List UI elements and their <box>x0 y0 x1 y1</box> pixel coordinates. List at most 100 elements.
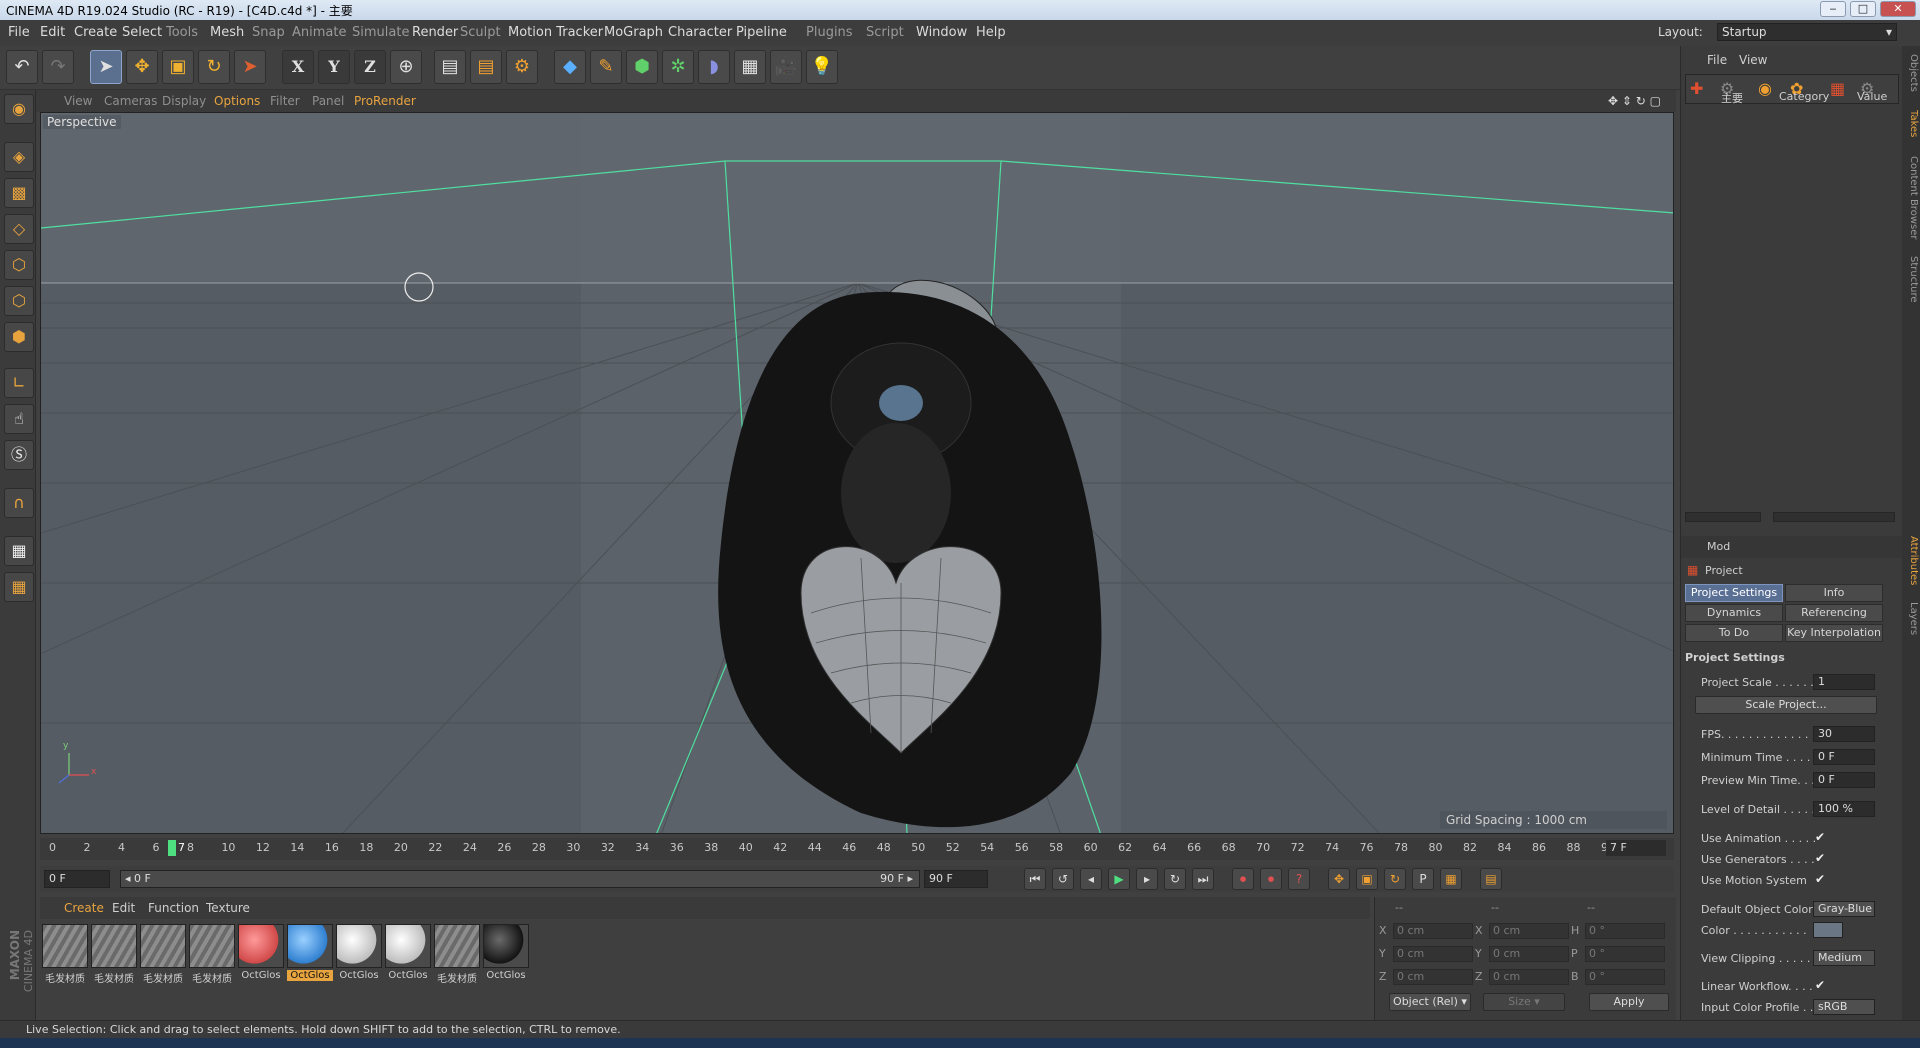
coord-field[interactable]: 0 ° <box>1585 969 1665 985</box>
layout-select[interactable]: Startup ▾ <box>1717 23 1897 41</box>
start-frame-field[interactable]: 0 F <box>44 870 110 888</box>
side-tab-structure[interactable]: Structure <box>1903 256 1919 303</box>
material-item[interactable]: 毛发材质 <box>434 924 480 986</box>
tab-project-settings[interactable]: Project Settings <box>1685 584 1783 602</box>
x-axis-lock-icon[interactable]: X <box>282 50 314 84</box>
snap-icon[interactable]: Ⓢ <box>4 440 34 470</box>
coord-field[interactable]: 0 cm <box>1489 923 1569 939</box>
attributes-mode-menu[interactable]: Mod <box>1707 540 1730 553</box>
viewport-menu-view[interactable]: View <box>64 94 92 108</box>
light-icon[interactable]: 💡 <box>806 50 838 84</box>
linear-workflow-checkbox[interactable]: ✔ <box>1815 978 1825 992</box>
side-tab-takes[interactable]: Takes <box>1903 110 1919 137</box>
material-menu-texture[interactable]: Texture <box>206 901 250 915</box>
default-color-select[interactable]: Gray-Blue <box>1813 901 1875 917</box>
viewport-menu-display[interactable]: Display <box>162 94 206 108</box>
tab-dynamics[interactable]: Dynamics <box>1685 604 1783 622</box>
material-menu-create[interactable]: Create <box>64 901 104 915</box>
coord-field[interactable]: 0 cm <box>1393 946 1473 962</box>
material-item[interactable]: 毛发材质 <box>42 924 88 986</box>
material-item[interactable]: OctGlos <box>336 924 382 986</box>
points-mode-icon[interactable]: ⬡ <box>4 250 34 280</box>
min-time-field[interactable]: 0 F <box>1813 749 1875 765</box>
take-render-icon[interactable]: ▦ <box>1830 79 1845 98</box>
menu-snap[interactable]: Snap <box>252 25 285 40</box>
scale-icon[interactable]: ▣ <box>162 50 194 84</box>
use-generators-checkbox[interactable]: ✔ <box>1815 851 1825 865</box>
menu-file[interactable]: File <box>8 25 30 40</box>
take-override-icon[interactable]: ◉ <box>1758 79 1772 98</box>
viewport-menu-prorender[interactable]: ProRender <box>354 94 416 108</box>
model-mode-icon[interactable]: ◈ <box>4 142 34 172</box>
end-frame-field[interactable]: 90 F <box>924 870 988 888</box>
minimize-button[interactable]: ‒ <box>1820 1 1846 17</box>
coord-field[interactable]: 0 cm <box>1489 946 1569 962</box>
menu-tools[interactable]: Tools <box>166 25 198 40</box>
key-parameter-icon[interactable]: P <box>1412 868 1434 890</box>
next-key-icon[interactable]: ↻ <box>1164 868 1186 890</box>
menu-mograph[interactable]: MoGraph <box>604 25 663 40</box>
viewport-menu-filter[interactable]: Filter <box>270 94 300 108</box>
material-item[interactable]: 毛发材质 <box>140 924 186 986</box>
menu-help[interactable]: Help <box>976 25 1006 40</box>
key-pla-icon[interactable]: ▦ <box>1440 868 1462 890</box>
viewport-navigate-icons[interactable]: ✥ ⇕ ↻ ▢ <box>1608 94 1661 108</box>
z-axis-lock-icon[interactable]: Z <box>354 50 386 84</box>
viewport-menu-options[interactable]: Options <box>214 94 260 108</box>
key-position-icon[interactable]: ✥ <box>1328 868 1350 890</box>
menu-window[interactable]: Window <box>916 25 967 40</box>
timeline-window-icon[interactable]: ▤ <box>1480 868 1502 890</box>
coord-mode-select[interactable]: Object (Rel) ▾ <box>1389 993 1471 1011</box>
menu-simulate[interactable]: Simulate <box>352 25 409 40</box>
viewport-menu-panel[interactable]: Panel <box>312 94 344 108</box>
side-tab-attributes[interactable]: Attributes <box>1903 536 1919 585</box>
coord-field[interactable]: 0 cm <box>1489 969 1569 985</box>
go-to-start-icon[interactable]: ⏮ <box>1024 868 1046 890</box>
material-item[interactable]: OctGlos <box>385 924 431 986</box>
material-item[interactable]: OctGlos <box>483 924 529 986</box>
undo-icon[interactable]: ↶ <box>6 50 38 84</box>
project-scale-field[interactable]: 1 <box>1813 674 1875 690</box>
previous-frame-icon[interactable]: ◂ <box>1080 868 1102 890</box>
go-to-end-icon[interactable]: ⏭ <box>1192 868 1214 890</box>
tab-key-interpolation[interactable]: Key Interpolation <box>1785 624 1883 642</box>
tab-referencing[interactable]: Referencing <box>1785 604 1883 622</box>
range-slider[interactable]: ◂ 0 F 90 F ▸ <box>120 870 920 888</box>
side-tab-content-browser[interactable]: Content Browser <box>1903 156 1919 239</box>
menu-script[interactable]: Script <box>866 25 904 40</box>
keyframe-selection-icon[interactable]: ? <box>1288 868 1310 890</box>
timeline-ruler[interactable]: 0 2 4 6 8 10 12 14 16 18 20 22 24 26 28 30 32 34 36 38 40 42 4… <box>40 838 1674 860</box>
view-clipping-select[interactable]: Medium <box>1813 950 1875 966</box>
preview-min-field[interactable]: 0 F <box>1813 772 1875 788</box>
menu-plugins[interactable]: Plugins <box>806 25 853 40</box>
record-keys-icon[interactable]: ⏺ <box>1232 868 1254 890</box>
subdivision-icon[interactable]: ⬢ <box>626 50 658 84</box>
current-frame-field[interactable]: 7 F <box>1606 840 1666 856</box>
tweak-mode-icon[interactable]: ☝ <box>4 404 34 434</box>
fps-field[interactable]: 30 <box>1813 726 1875 742</box>
deformer-icon[interactable]: ◗ <box>698 50 730 84</box>
next-frame-icon[interactable]: ▸ <box>1136 868 1158 890</box>
menu-select[interactable]: Select <box>122 25 162 40</box>
maximize-button[interactable]: □ <box>1850 1 1876 17</box>
apply-button[interactable]: Apply <box>1589 993 1669 1011</box>
move-icon[interactable]: ✥ <box>126 50 158 84</box>
cube-icon[interactable]: ◆ <box>554 50 586 84</box>
make-editable-icon[interactable]: ◉ <box>4 94 34 124</box>
menu-mesh[interactable]: Mesh <box>210 25 244 40</box>
tab-info[interactable]: Info <box>1785 584 1883 602</box>
camera-icon[interactable]: 🎥 <box>770 50 802 84</box>
close-button[interactable]: ✕ <box>1880 1 1916 17</box>
takes-menu-view[interactable]: View <box>1739 53 1767 67</box>
render-picture-viewer-icon[interactable]: ▤ <box>470 50 502 84</box>
floor-icon[interactable]: ▦ <box>734 50 766 84</box>
redo-icon[interactable]: ↷ <box>42 50 74 84</box>
menu-edit[interactable]: Edit <box>40 25 65 40</box>
workplane-icon[interactable]: ▦ <box>4 572 34 602</box>
takes-menu-file[interactable]: File <box>1707 53 1727 67</box>
magnet-icon[interactable]: ∩ <box>4 488 34 518</box>
edges-mode-icon[interactable]: ⬡ <box>4 286 34 316</box>
color-swatch[interactable] <box>1813 922 1843 938</box>
viewport-menu-cameras[interactable]: Cameras <box>104 94 157 108</box>
y-axis-lock-icon[interactable]: Y <box>318 50 350 84</box>
